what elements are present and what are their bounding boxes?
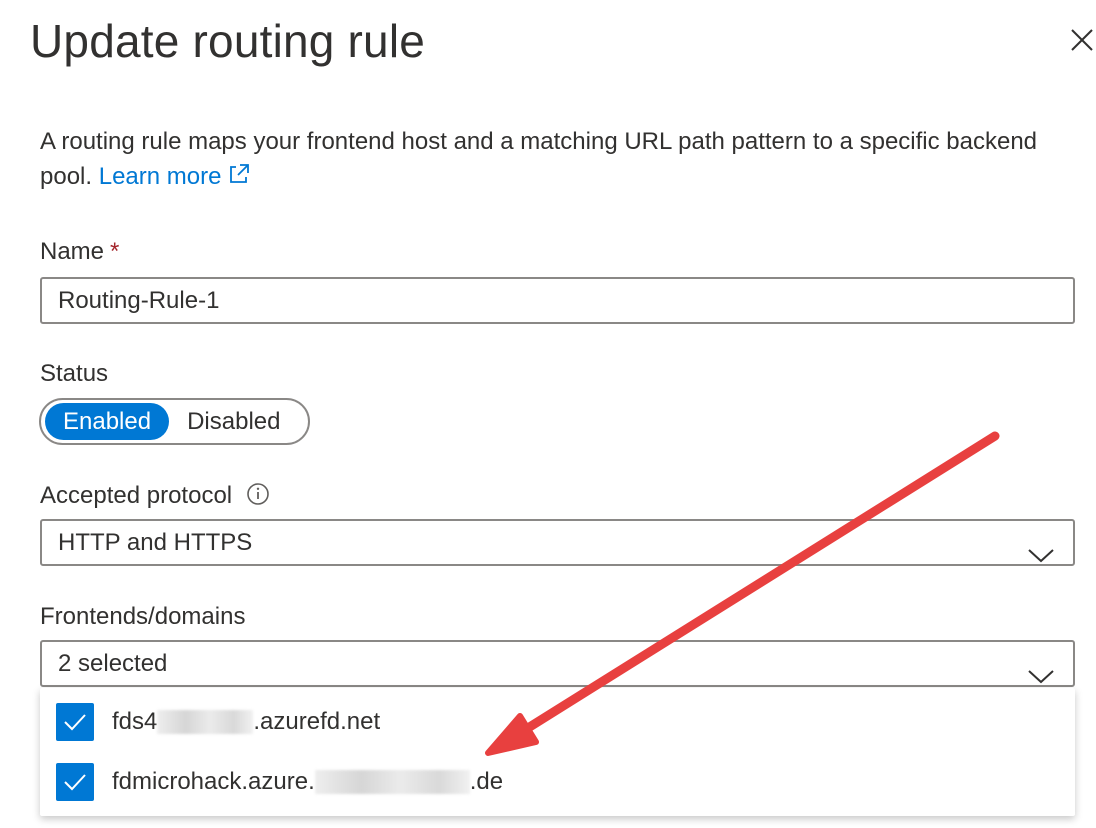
name-label: Name * [40,238,119,266]
frontends-dropdown: fds4 .azurefd.net fdmicrohack.azure. .de [40,688,1075,816]
info-icon[interactable] [246,482,270,513]
frontends-select[interactable]: 2 selected [40,640,1075,687]
status-enabled-option[interactable]: Enabled [45,403,170,440]
protocol-select-value: HTTP and HTTPS [58,529,253,556]
redacted-text [314,770,470,794]
name-label-text: Name [40,238,105,265]
status-disabled-option[interactable]: Disabled [169,403,298,440]
close-icon [1071,29,1093,51]
redacted-text [157,710,254,734]
status-label: Status [40,360,109,387]
frontend-option-prefix: fdmicrohack.azure. [112,768,315,795]
frontend-option[interactable]: fds4 .azurefd.net [56,702,380,742]
protocol-select[interactable]: HTTP and HTTPS [40,519,1075,566]
frontend-option-prefix: fds4 [112,708,158,735]
frontend-option[interactable]: fdmicrohack.azure. .de [56,762,503,802]
chevron-down-icon [1027,535,1055,578]
status-toggle: Enabled Disabled [39,398,310,445]
required-indicator: * [110,238,120,265]
close-button[interactable] [1068,26,1096,60]
protocol-label: Accepted protocol [40,482,270,513]
panel-description: A routing rule maps your frontend host a… [40,124,1050,196]
checkbox-checked[interactable] [56,703,94,741]
checkmark-icon [64,774,86,791]
frontend-option-suffix: .de [469,768,504,795]
learn-more-label: Learn more [98,163,222,190]
frontends-label: Frontends/domains [40,603,246,630]
name-input[interactable]: Routing-Rule-1 [40,277,1075,324]
frontends-select-value: 2 selected [58,650,168,677]
name-input-value: Routing-Rule-1 [58,287,220,314]
panel-title: Update routing rule [30,15,426,67]
checkbox-checked[interactable] [56,763,94,801]
external-link-icon [227,161,251,196]
checkmark-icon [64,714,86,731]
protocol-label-text: Accepted protocol [40,482,233,509]
frontend-option-suffix: .azurefd.net [253,708,381,735]
learn-more-link[interactable]: Learn more [99,163,252,190]
